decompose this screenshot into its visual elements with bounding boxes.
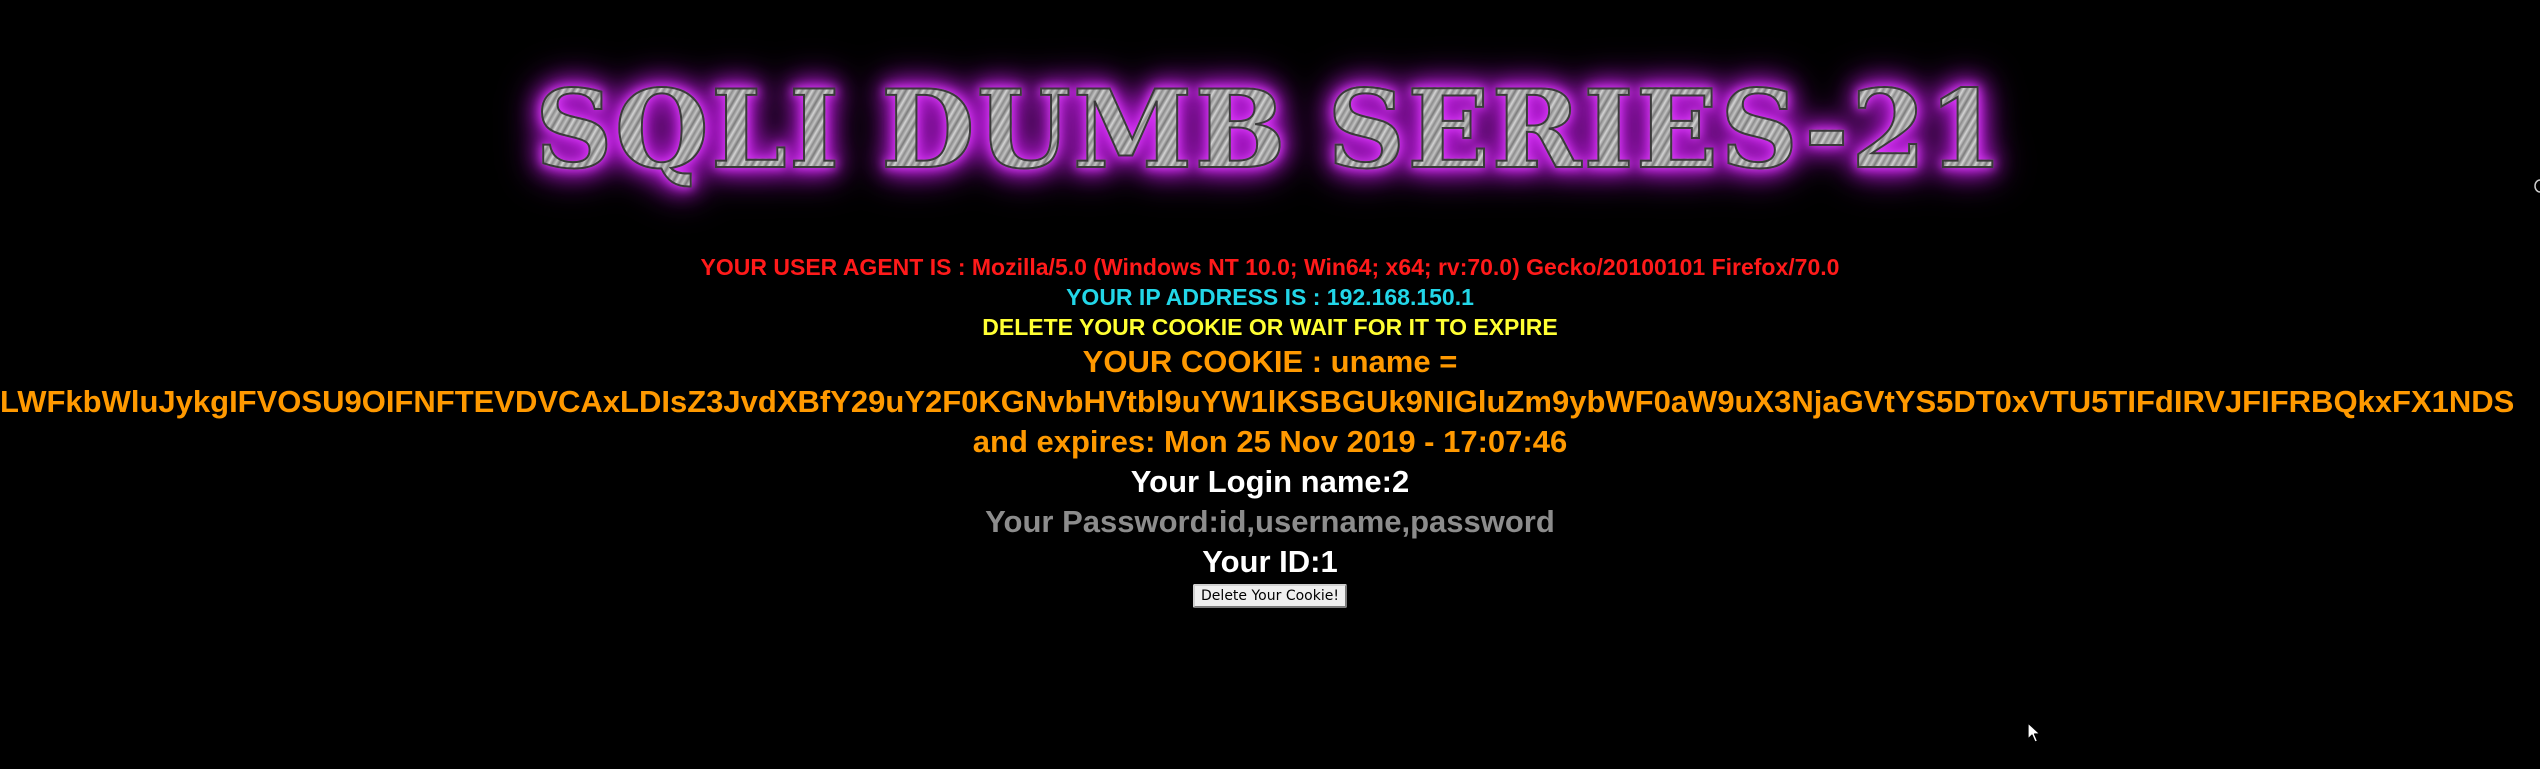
login-name-text: Your Login name:2 [1130, 464, 1410, 499]
delete-cookie-button[interactable]: Delete Your Cookie! [1193, 584, 1347, 608]
scroll-edge-indicator [2534, 179, 2540, 193]
password-text: Your Password:id,username,password [985, 504, 1555, 539]
cookie-expires-text: and expires: Mon 25 Nov 2019 - 17:07:46 [972, 424, 1568, 459]
info-panel: YOUR USER AGENT IS : Mozilla/5.0 (Window… [0, 252, 2540, 608]
user-agent-text: YOUR USER AGENT IS : Mozilla/5.0 (Window… [700, 254, 1840, 280]
cookie-label: YOUR COOKIE : uname = [1082, 344, 1458, 379]
delete-notice-text: DELETE YOUR COOKIE OR WAIT FOR IT TO EXP… [982, 314, 1558, 340]
page-banner: SQLI DUMB SERIES-21 [0, 55, 2540, 205]
user-id-text: Your ID:1 [1202, 544, 1338, 579]
button-row: Delete Your Cookie! [0, 584, 2540, 608]
ip-address-text: YOUR IP ADDRESS IS : 192.168.150.1 [1066, 284, 1474, 310]
cookie-value: LWFkbWluJykgIFVOSU9OIFNFTEVDVCAxLDIsZ3Jv… [0, 384, 2515, 419]
mouse-pointer-icon [2027, 722, 2041, 743]
banner-title: SQLI DUMB SERIES-21 [534, 66, 2006, 194]
